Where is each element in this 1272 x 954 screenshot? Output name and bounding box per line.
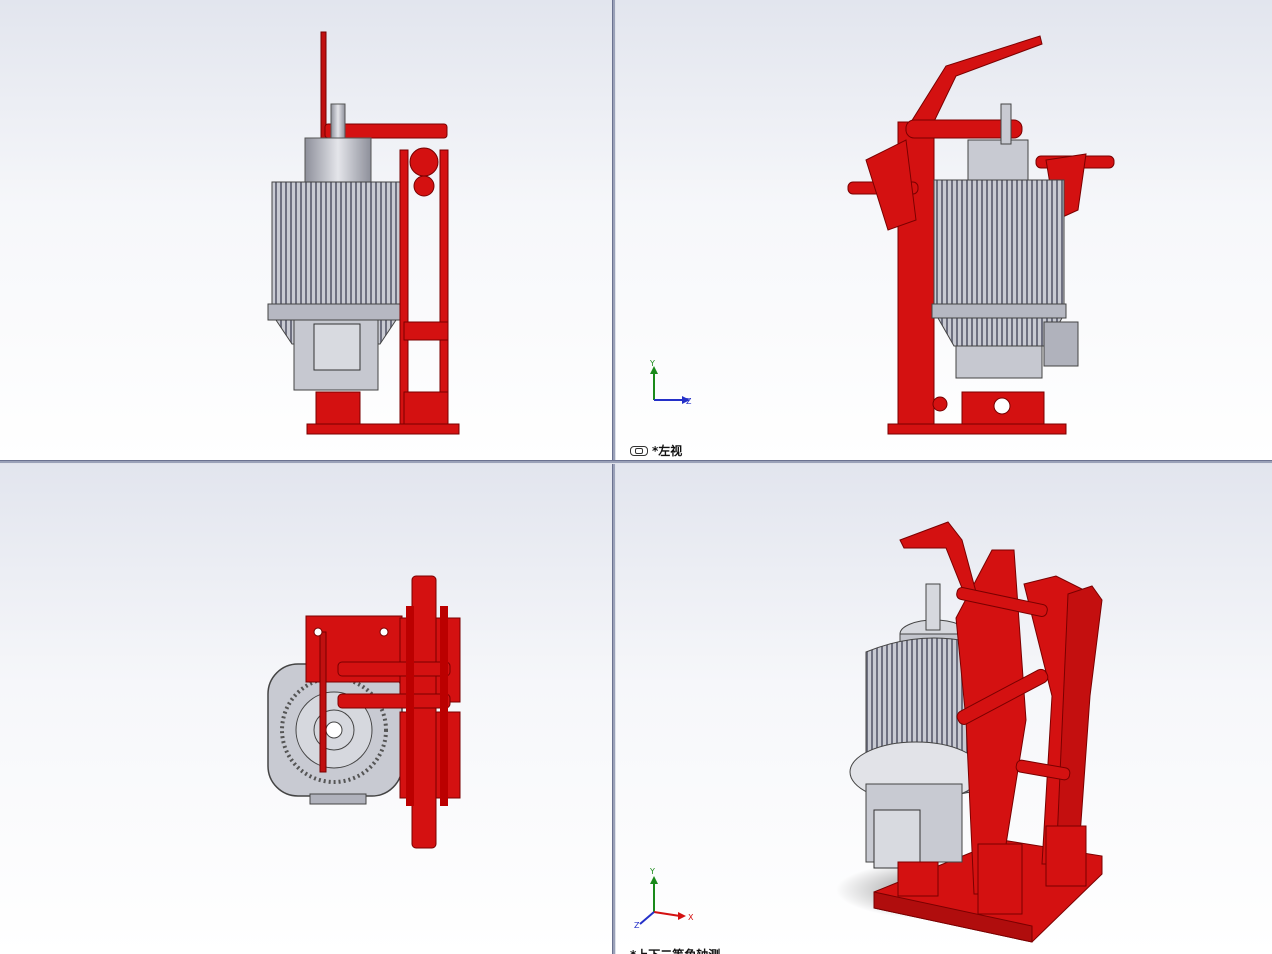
- viewport-splitter-vertical[interactable]: [612, 0, 616, 954]
- axis-triad: [650, 366, 690, 404]
- view-label-left: *左视: [630, 442, 682, 459]
- viewport-isometric[interactable]: Y X Z *上下二等角轴测: [616, 464, 1272, 954]
- axis-triad-iso: [639, 876, 686, 925]
- triad-y-label: Y: [649, 359, 655, 368]
- triad-iso-y-label: Y: [649, 867, 655, 876]
- viewport-front[interactable]: [0, 0, 612, 460]
- front-view-model: [267, 31, 460, 435]
- top-view-model: [267, 575, 461, 849]
- viewport-left[interactable]: Y Z *左视: [616, 0, 1272, 460]
- view-label-iso: *上下二等角轴测: [630, 946, 720, 954]
- triad-z-label: Z: [686, 397, 692, 406]
- view-label-text: *左视: [652, 444, 683, 458]
- iso-view-model: Y X Z: [634, 521, 1103, 943]
- view-label-text: *上下二等角轴测: [630, 946, 720, 954]
- triad-iso-x-label: X: [688, 913, 694, 922]
- viewport-grid: Y Z *左视 Y X Z: [0, 0, 1272, 954]
- viewport-top[interactable]: [0, 464, 612, 954]
- left-view-model: Y Z: [649, 35, 1115, 435]
- view-icon: [630, 445, 648, 456]
- viewport-splitter-horizontal[interactable]: [0, 460, 1272, 464]
- triad-iso-z-label: Z: [634, 921, 640, 930]
